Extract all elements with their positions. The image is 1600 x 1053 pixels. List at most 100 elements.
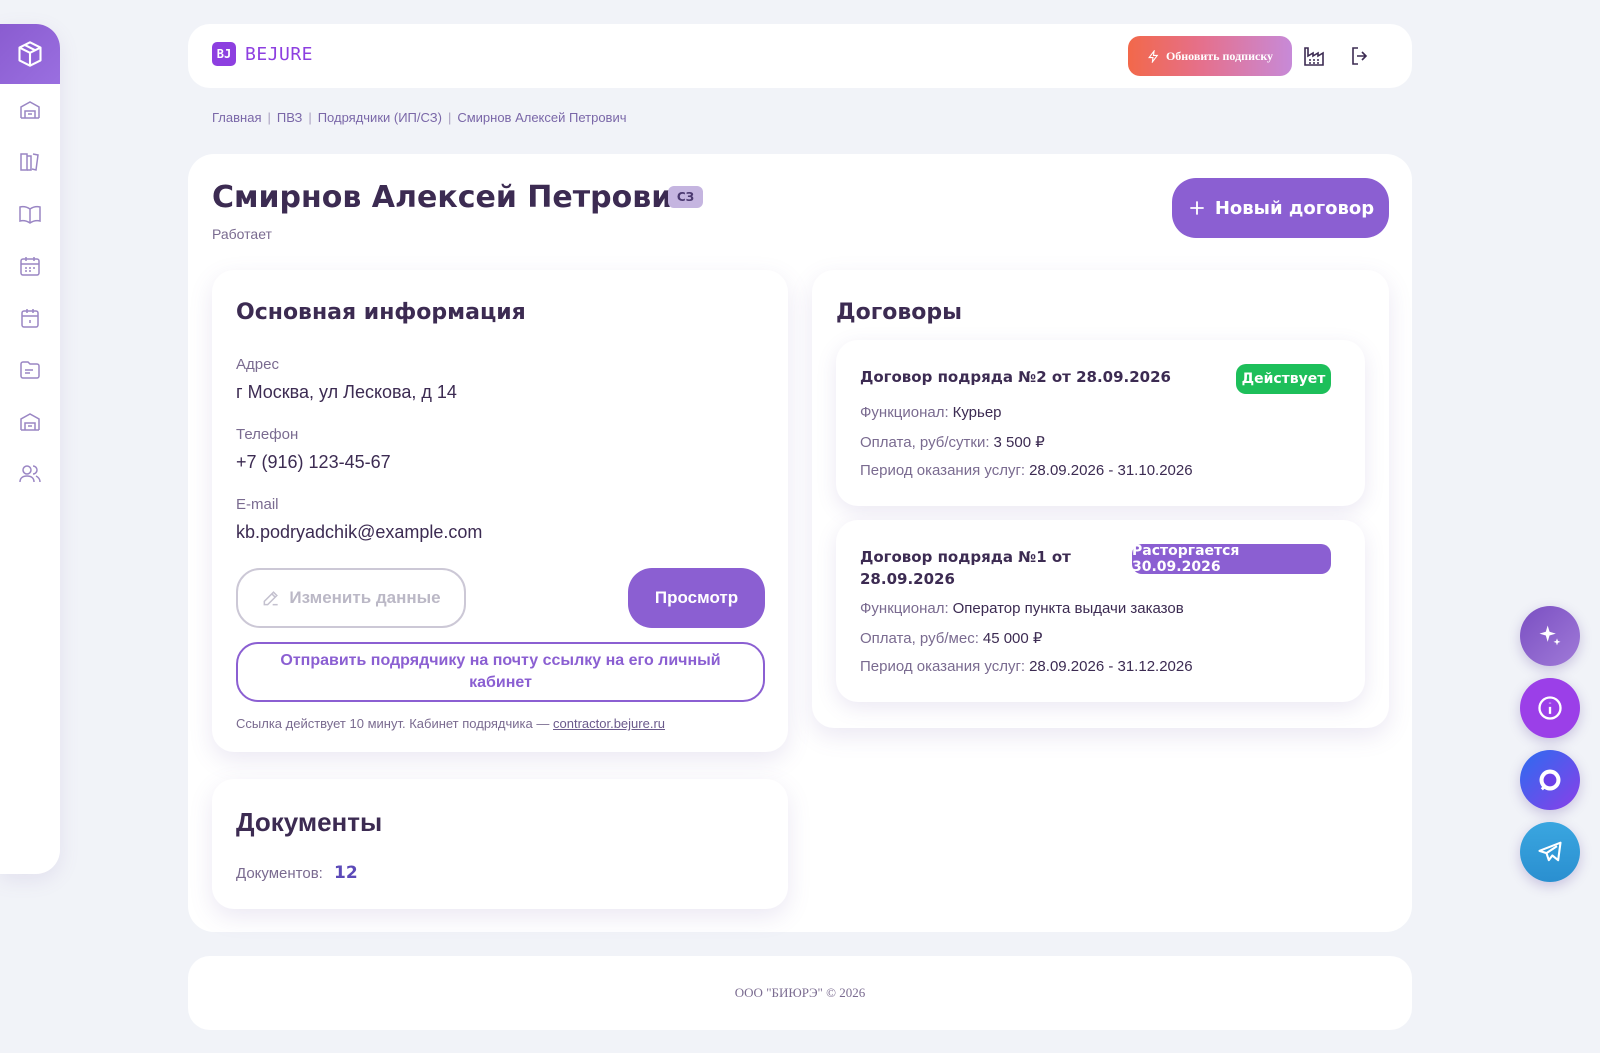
contract-title: Договор подряда №2 от 28.09.2026 [860, 368, 1171, 386]
sidebar-item-home[interactable] [0, 24, 60, 84]
contract-period-value: 28.09.2026 - 31.12.2026 [1029, 658, 1193, 675]
top-header: BJ BEJURE Обновить подписку [188, 24, 1412, 88]
box-icon [18, 41, 42, 67]
logo-mark: BJ [212, 42, 236, 66]
warehouse-icon-2 [20, 413, 40, 431]
phone-label: Телефон [236, 426, 299, 443]
chat-button[interactable] [1520, 750, 1580, 810]
sidebar-item-calendar[interactable] [0, 292, 60, 344]
logo[interactable]: BJ BEJURE [212, 42, 313, 66]
contract-status-badge: Действует [1236, 364, 1331, 394]
documents-card[interactable]: Документы Документов: 12 [212, 779, 788, 909]
contract-period: Период оказания услуг: 28.09.2026 - 31.12… [860, 658, 1193, 675]
calendar-grid-icon [20, 257, 40, 276]
sidebar-item-contractors[interactable] [0, 448, 60, 500]
sidebar [0, 24, 60, 874]
new-contract-button[interactable]: Новый договор [1172, 178, 1389, 238]
plus-icon [1190, 201, 1204, 215]
contract-payment: Оплата, руб/сутки: 3 500 ₽ [860, 433, 1045, 451]
contract-function-value: Оператор пункта выдачи заказов [952, 600, 1184, 617]
contract-function-label: Функционал: [860, 600, 949, 617]
send-cabinet-link-button[interactable]: Отправить подрядчику на почту ссылку на … [236, 642, 765, 702]
sidebar-item-documents[interactable] [0, 344, 60, 396]
contractor-type-badge: СЗ [668, 186, 703, 208]
logo-text: BEJURE [245, 43, 314, 65]
contract-period-value: 28.09.2026 - 31.10.2026 [1029, 462, 1193, 479]
warehouse-icon [20, 101, 40, 119]
email-value: kb.podryadchik@example.com [236, 522, 483, 542]
contract-payment-value: 45 000 ₽ [982, 630, 1043, 647]
chat-icon [1539, 769, 1561, 791]
page-title: Смирнов Алексей Петрович [212, 180, 693, 215]
sidebar-item-warehouse[interactable] [0, 84, 60, 136]
logout-icon [1352, 47, 1368, 65]
contract-function: Функционал: Курьер [860, 404, 1002, 421]
email-label: E-mail [236, 496, 279, 513]
footer-copyright: ООО "БИЮРЭ" © 2026 [734, 985, 866, 1000]
edit-data-button[interactable]: Изменить данные [236, 568, 466, 628]
calendar-icon [21, 309, 39, 328]
book-shelf-icon [20, 153, 39, 171]
sidebar-item-schedule[interactable] [0, 240, 60, 292]
open-book-icon [19, 205, 41, 224]
new-contract-label: Новый договор [1214, 197, 1375, 219]
basic-info-title: Основная информация [236, 300, 526, 325]
footer: ООО "БИЮРЭ" © 2026 [188, 956, 1412, 1030]
address-label: Адрес [236, 356, 279, 373]
breadcrumb-separator: | [308, 110, 312, 125]
ai-assistant-button[interactable] [1520, 606, 1580, 666]
breadcrumb-separator: | [447, 110, 452, 125]
documents-count-label: Документов: [236, 865, 323, 882]
telegram-icon [1538, 841, 1562, 862]
contractor-card: Смирнов Алексей Петрович СЗ Работает Нов… [188, 154, 1412, 932]
contract-status-badge: Расторгается 30.09.2026 [1132, 543, 1331, 575]
contract-item[interactable]: Договор подряда №1 от 28.09.2026 Расторг… [836, 520, 1365, 702]
documents-title: Документы [236, 807, 383, 837]
contract-item[interactable]: Договор подряда №2 от 28.09.2026 Действу… [836, 340, 1365, 506]
contract-period-label: Период оказания услуг: [860, 462, 1026, 479]
contract-function: Функционал: Оператор пункта выдачи заказо… [860, 600, 1184, 617]
contract-payment: Оплата, руб/мес: 45 000 ₽ [860, 629, 1042, 647]
info-icon [1538, 696, 1562, 720]
breadcrumb-pvz[interactable]: ПВЗ [277, 110, 302, 125]
breadcrumb-separator: | [267, 110, 271, 125]
info-button[interactable] [1520, 678, 1580, 738]
contract-function-label: Функционал: [860, 404, 949, 421]
contract-title: Договор подряда №1 от 28.09.2026 [860, 548, 1071, 588]
breadcrumb-current: Смирнов Алексей Петрович [457, 110, 627, 125]
company-button[interactable] [1302, 44, 1326, 68]
upgrade-subscription-button[interactable]: Обновить подписку [1128, 36, 1292, 76]
contract-period: Период оказания услуг: 28.09.2026 - 31.10… [860, 462, 1193, 479]
edit-icon [263, 591, 279, 606]
logout-button[interactable] [1348, 44, 1372, 68]
edit-data-label: Изменить данные [289, 588, 441, 607]
address-value: г Москва, ул Лескова, д 14 [236, 382, 457, 402]
contract-payment-label: Оплата, руб/сутки: [860, 434, 990, 451]
basic-info-card: Основная информация Адрес г Москва, ул Л… [212, 270, 788, 752]
breadcrumb-contractors[interactable]: Подрядчики (ИП/СЗ) [318, 110, 442, 125]
telegram-button[interactable] [1520, 822, 1580, 882]
users-icon [19, 465, 41, 483]
contract-function-value: Курьер [952, 404, 1002, 421]
breadcrumb-home[interactable]: Главная [212, 110, 261, 125]
documents-count[interactable]: 12 [334, 863, 358, 883]
contract-payment-label: Оплата, руб/мес: [860, 630, 979, 647]
upgrade-subscription-label: Обновить подписку [1165, 48, 1274, 63]
lightning-icon [1148, 49, 1159, 63]
contracts-card: Договоры Договор подряда №2 от 28.09.202… [812, 270, 1389, 728]
sidebar-item-pvz[interactable] [0, 396, 60, 448]
folder-icon [20, 361, 40, 379]
sparkle-icon [1539, 625, 1561, 646]
sidebar-item-handbook[interactable] [0, 188, 60, 240]
contract-payment-value: 3 500 ₽ [993, 434, 1045, 451]
link-note: Ссылка действует 10 минут. Кабинет подря… [236, 716, 665, 731]
breadcrumb: Главная | ПВЗ | Подрядчики (ИП/СЗ) | Смирнов А… [212, 110, 627, 125]
contracts-title: Договоры [836, 300, 962, 325]
phone-value: +7 (916) 123-45-67 [236, 452, 391, 472]
contract-period-label: Период оказания услуг: [860, 658, 1026, 675]
contractor-cabinet-link[interactable]: contractor.bejure.ru [553, 716, 665, 731]
sidebar-item-catalog[interactable] [0, 136, 60, 188]
view-button[interactable]: Просмотр [628, 568, 765, 628]
link-note-text: Ссылка действует 10 минут. Кабинет подря… [236, 716, 550, 731]
contractor-status: Работает [212, 226, 272, 242]
